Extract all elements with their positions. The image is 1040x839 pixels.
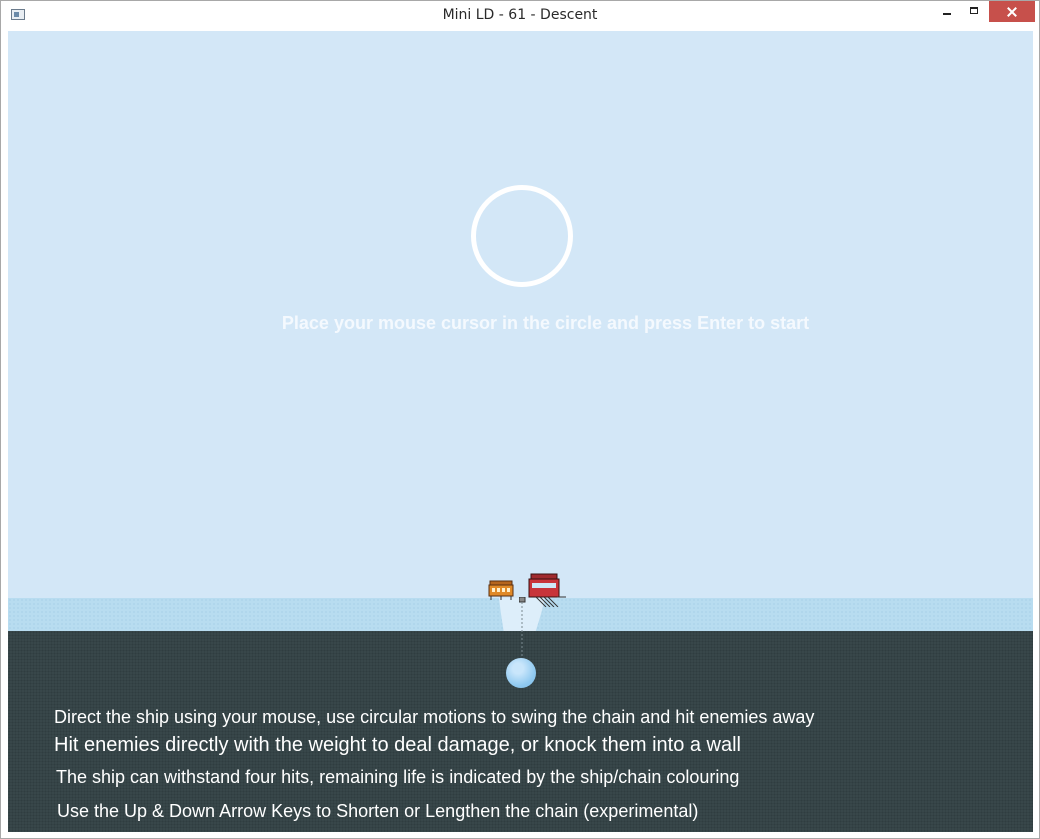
instruction-line-1: Direct the ship using your mouse, use ci…: [54, 707, 815, 727]
chain-weight: [506, 658, 536, 688]
maximize-button[interactable]: [963, 1, 987, 22]
instruction-line-3: The ship can withstand four hits, remain…: [56, 767, 740, 787]
chain: [519, 597, 526, 659]
app-window: Mini LD - 61 - Descent Place your mouse …: [0, 0, 1040, 839]
enemy-ship: [488, 580, 514, 600]
close-button[interactable]: [989, 1, 1035, 22]
instruction-line-2: Hit enemies directly with the weight to …: [54, 734, 742, 756]
game-canvas[interactable]: Place your mouse cursor in the circle an…: [8, 31, 1033, 832]
instruction-line-4: Use the Up & Down Arrow Keys to Shorten …: [57, 801, 699, 821]
minimize-button[interactable]: [935, 1, 959, 22]
title-bar[interactable]: Mini LD - 61 - Descent: [1, 1, 1039, 31]
player-ship: [528, 573, 566, 607]
start-prompt: Place your mouse cursor in the circle an…: [281, 313, 810, 333]
start-circle[interactable]: [471, 185, 573, 287]
window-title: Mini LD - 61 - Descent: [442, 7, 598, 23]
